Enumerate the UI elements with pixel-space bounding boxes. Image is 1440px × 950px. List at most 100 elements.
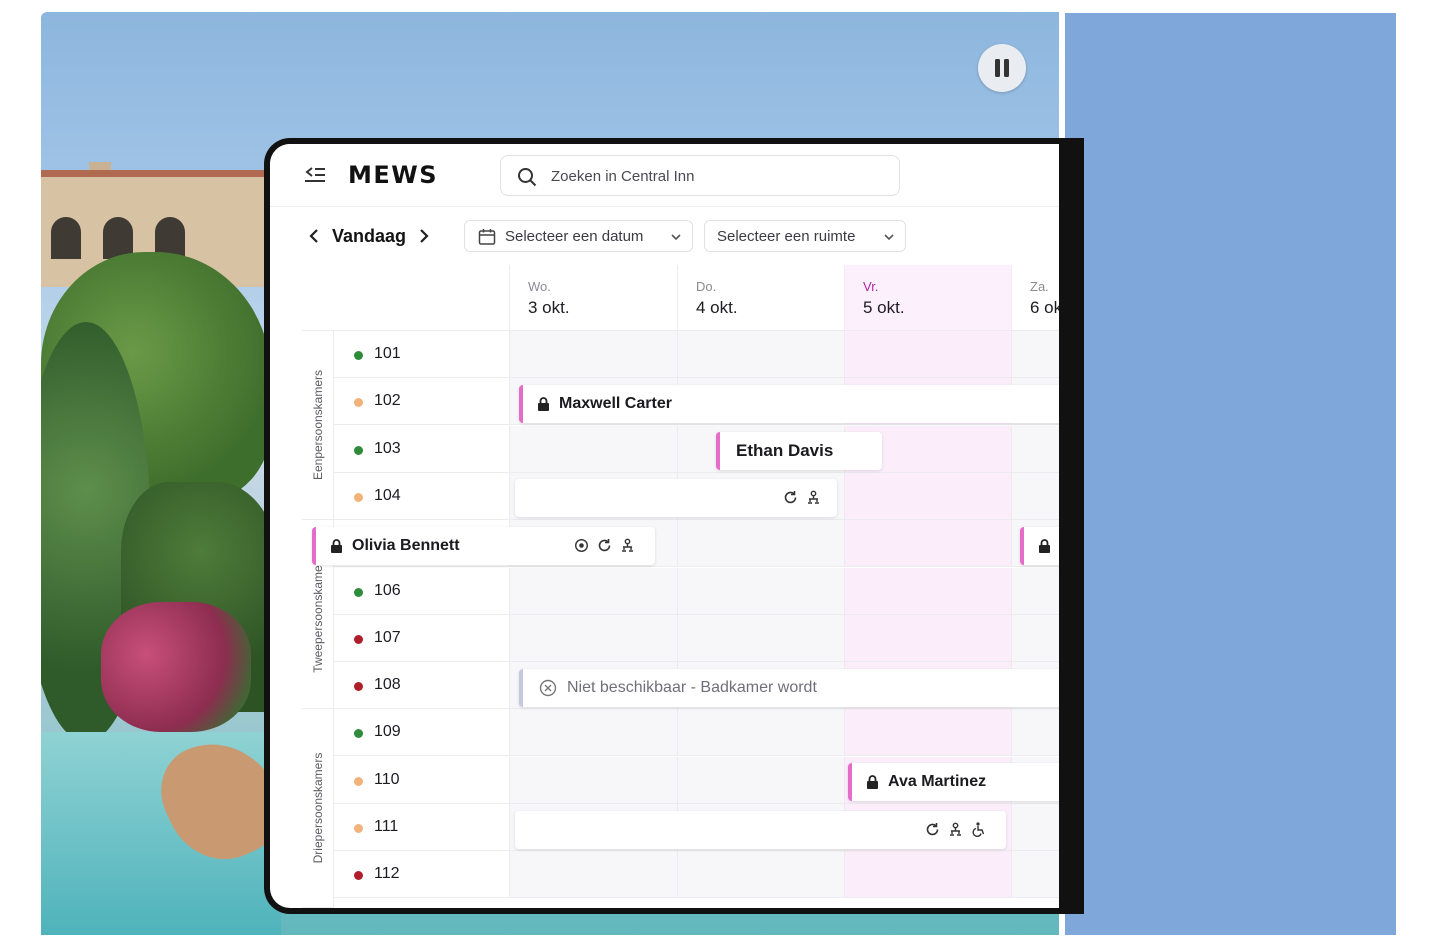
timeline-cell[interactable] bbox=[510, 756, 678, 804]
timeline-cell[interactable] bbox=[678, 331, 845, 378]
room-status-dot bbox=[354, 587, 363, 597]
timeline-cell[interactable] bbox=[510, 851, 678, 899]
reservation-bar[interactable]: Olivia Bennett bbox=[312, 527, 655, 565]
room-number: 103 bbox=[374, 439, 401, 457]
room-row[interactable]: 107 bbox=[334, 614, 510, 662]
room-row[interactable]: 102 bbox=[334, 378, 510, 426]
room-status-dot bbox=[354, 729, 363, 739]
room-number: 108 bbox=[374, 676, 401, 694]
day-weekday: Za. bbox=[1030, 279, 1049, 294]
room-status-dot bbox=[354, 776, 363, 786]
category-text: Tweepersoonskamers bbox=[310, 555, 325, 673]
room-number: 102 bbox=[374, 392, 401, 410]
room-status-dot bbox=[354, 351, 363, 360]
day-header[interactable]: Do. 4 okt. bbox=[678, 265, 845, 331]
day-weekday: Wo. bbox=[528, 279, 551, 294]
timeline-cell[interactable] bbox=[510, 331, 678, 378]
blue-side-panel bbox=[1065, 13, 1396, 935]
timeline-cell[interactable] bbox=[845, 472, 1012, 520]
timeline-cell[interactable] bbox=[1012, 804, 1059, 851]
timeline-cell[interactable] bbox=[1012, 614, 1059, 662]
timeline-cell[interactable] bbox=[510, 709, 678, 757]
room-row[interactable]: 111 bbox=[334, 804, 510, 851]
date-select[interactable]: Selecteer een datum bbox=[464, 220, 693, 252]
timeline-cell[interactable] bbox=[845, 709, 1012, 757]
timeline-cell[interactable] bbox=[678, 709, 845, 757]
room-row[interactable]: 101 bbox=[334, 331, 510, 378]
timeline-cell[interactable] bbox=[678, 567, 845, 615]
category-label: Driepersoonskamers bbox=[302, 709, 334, 908]
timeline-grid: Wo. 3 okt. Do. 4 okt. Vr. 5 okt. Za. 6 o… bbox=[302, 265, 1059, 908]
room-status-dot bbox=[354, 871, 363, 881]
timeline-cell[interactable] bbox=[845, 614, 1012, 662]
reservation-bar[interactable] bbox=[515, 479, 837, 517]
lock-icon bbox=[867, 775, 878, 789]
group-icon bbox=[950, 822, 961, 836]
timeline-cell[interactable] bbox=[678, 756, 845, 804]
reservation-bar[interactable] bbox=[1020, 527, 1059, 565]
app-screen: MEWS Vandaag Selecteer een datum Selecte… bbox=[270, 144, 1059, 908]
timeline-cell[interactable] bbox=[510, 614, 678, 662]
room-row[interactable]: 112 bbox=[334, 851, 510, 899]
reservation-bar[interactable]: Ava Martinez bbox=[848, 763, 1059, 801]
timeline-cell[interactable] bbox=[678, 614, 845, 662]
space-select-label: Selecteer een ruimte bbox=[717, 228, 856, 245]
timeline-cell[interactable] bbox=[678, 851, 845, 899]
pause-icon bbox=[995, 59, 1009, 77]
timeline-cell[interactable] bbox=[1012, 851, 1059, 899]
reservation-bar[interactable]: Maxwell Carter bbox=[519, 385, 1059, 423]
pause-button[interactable] bbox=[978, 44, 1026, 92]
search-input[interactable] bbox=[549, 162, 879, 190]
lock-icon bbox=[331, 539, 342, 553]
close-circle-icon bbox=[539, 679, 557, 697]
timeline-cell[interactable] bbox=[510, 425, 678, 473]
timeline-cell[interactable] bbox=[1012, 331, 1059, 378]
today-button[interactable]: Vandaag bbox=[332, 226, 406, 247]
grid-corner bbox=[302, 265, 510, 331]
chevron-right-icon[interactable] bbox=[416, 226, 432, 246]
day-header[interactable]: Za. 6 okt. bbox=[1012, 265, 1059, 331]
day-header[interactable]: Wo. 3 okt. bbox=[510, 265, 678, 331]
room-row[interactable]: 106 bbox=[334, 567, 510, 615]
timeline-cell[interactable] bbox=[845, 520, 1012, 568]
timeline-cell[interactable] bbox=[1012, 472, 1059, 520]
room-number: 107 bbox=[374, 628, 401, 646]
room-row[interactable]: 109 bbox=[334, 709, 510, 757]
day-header[interactable]: Vr. 5 okt. bbox=[845, 265, 1012, 331]
timeline-cell[interactable] bbox=[678, 520, 845, 568]
calendar-icon bbox=[478, 229, 496, 245]
guest-name: Maxwell Carter bbox=[559, 395, 672, 412]
room-row[interactable]: 110 bbox=[334, 756, 510, 804]
chevron-left-icon[interactable] bbox=[306, 226, 322, 246]
room-row[interactable]: 108 bbox=[334, 662, 510, 710]
refresh-icon bbox=[598, 539, 611, 552]
day-date: 5 okt. bbox=[863, 298, 905, 317]
menu-collapse-icon[interactable] bbox=[303, 164, 327, 186]
room-number: 111 bbox=[374, 818, 399, 835]
timeline-cell[interactable] bbox=[1012, 709, 1059, 757]
timeline-cell[interactable] bbox=[1012, 425, 1059, 473]
timeline-cell[interactable] bbox=[845, 851, 1012, 899]
room-status-dot bbox=[354, 398, 363, 408]
settings-icon bbox=[574, 538, 589, 553]
room-row[interactable]: 104 bbox=[334, 472, 510, 520]
accessible-icon bbox=[972, 822, 985, 837]
group-icon bbox=[808, 490, 819, 504]
room-number: 101 bbox=[374, 345, 401, 362]
timeline-cell[interactable] bbox=[845, 331, 1012, 378]
room-number: 109 bbox=[374, 723, 401, 741]
timeline-cell[interactable] bbox=[510, 567, 678, 615]
unavailable-block[interactable]: Niet beschikbaar - Badkamer wordt bbox=[519, 669, 1059, 707]
reservation-bar[interactable]: Ethan Davis bbox=[716, 432, 882, 470]
day-date: 6 okt. bbox=[1030, 298, 1059, 317]
timeline-cell[interactable] bbox=[1012, 567, 1059, 615]
room-number: 106 bbox=[374, 581, 401, 599]
room-number: 104 bbox=[374, 486, 401, 504]
timeline-cell[interactable] bbox=[845, 567, 1012, 615]
search-field[interactable] bbox=[500, 155, 900, 196]
unavailable-text: Niet beschikbaar - Badkamer wordt bbox=[567, 679, 817, 696]
space-select[interactable]: Selecteer een ruimte bbox=[704, 220, 906, 252]
room-status-dot bbox=[354, 634, 363, 644]
reservation-bar[interactable] bbox=[515, 811, 1006, 849]
room-row[interactable]: 103 bbox=[334, 425, 510, 473]
